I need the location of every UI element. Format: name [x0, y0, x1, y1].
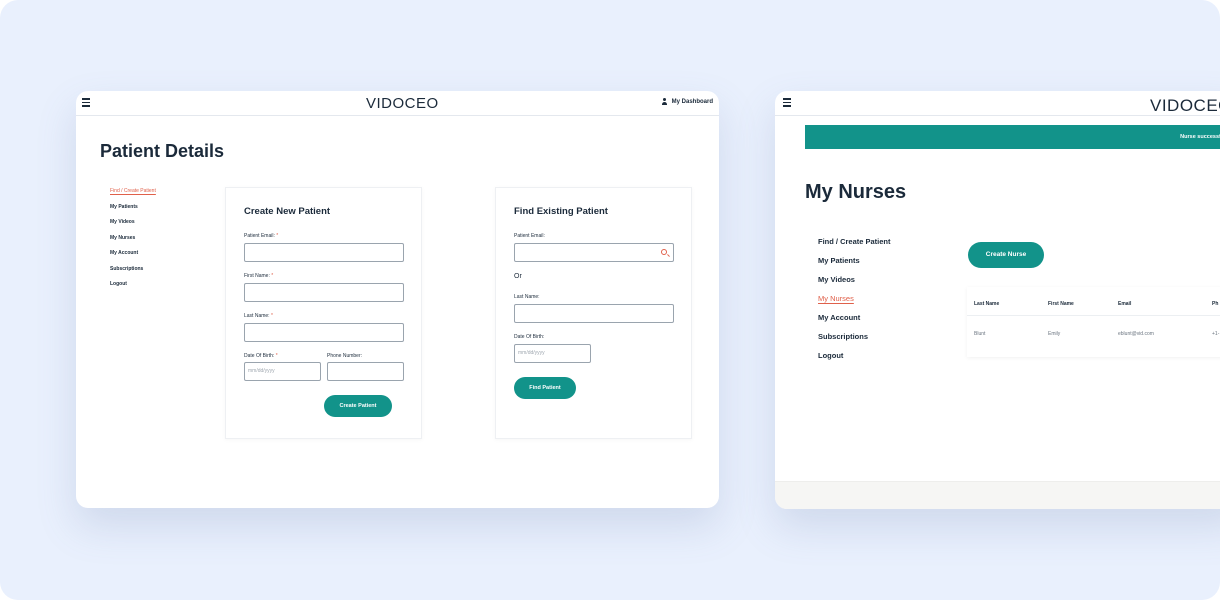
find-last-name-input[interactable]: [514, 304, 674, 323]
user-icon: [661, 98, 668, 105]
page-footer: [775, 481, 1220, 509]
page-title: Patient Details: [100, 141, 225, 161]
nurses-table: Last Name First Name Email Ph Blunt Emil…: [967, 287, 1220, 357]
dob-input[interactable]: mm/dd/yyyy: [244, 362, 321, 381]
my-nurses-window: VIDOCEO Nurse successfully creat My Nurs…: [775, 91, 1220, 509]
dashboard-link[interactable]: My Dashboard: [661, 98, 713, 105]
dob-label: Date Of Birth: *: [244, 353, 278, 359]
sidebar-item-find-create-patient[interactable]: Find / Create Patient: [110, 188, 156, 204]
table-cell: eblunt@vid.com: [1118, 331, 1154, 337]
find-patient-card: Find Existing Patient Patient Email: Or …: [495, 187, 692, 439]
logo: VIDOCEO: [1150, 96, 1220, 115]
find-last-name-label: Last Name:: [514, 294, 540, 300]
sidebar-item-my-nurses[interactable]: My Nurses: [110, 235, 156, 251]
sidebar-item-my-patients[interactable]: My Patients: [110, 204, 156, 220]
sidebar-item-my-videos[interactable]: My Videos: [110, 219, 156, 235]
top-bar: VIDOCEO My Dashboard: [76, 91, 719, 116]
create-patient-title: Create New Patient: [244, 206, 331, 217]
showcase-background: VIDOCEO My Dashboard Patient Details Fin…: [0, 0, 1220, 600]
top-bar: VIDOCEO: [775, 91, 1220, 116]
column-header[interactable]: Last Name: [974, 301, 999, 307]
table-divider: [967, 315, 1220, 316]
patient-email-label: Patient Email: *: [244, 233, 279, 239]
table-cell: +1-: [1212, 331, 1220, 337]
create-patient-card: Create New Patient Patient Email: * Firs…: [225, 187, 422, 439]
sidebar-item-logout[interactable]: Logout: [110, 281, 156, 297]
first-name-label: First Name: *: [244, 273, 274, 279]
find-patient-title: Find Existing Patient: [514, 206, 608, 217]
table-cell: Blunt: [974, 331, 986, 337]
logo: VIDOCEO: [366, 95, 439, 112]
table-cell: Emily: [1048, 331, 1061, 337]
patient-details-window: VIDOCEO My Dashboard Patient Details Fin…: [76, 91, 719, 508]
sidebar-item-my-videos[interactable]: My Videos: [818, 275, 891, 294]
sidebar: Find / Create Patient My Patients My Vid…: [110, 188, 156, 297]
last-name-label: Last Name: *: [244, 313, 273, 319]
create-patient-button[interactable]: Create Patient: [324, 395, 392, 417]
first-name-input[interactable]: [244, 283, 404, 302]
phone-input[interactable]: [327, 362, 404, 381]
menu-icon[interactable]: [783, 98, 791, 107]
phone-label: Phone Number:: [327, 353, 363, 359]
sidebar-item-my-patients[interactable]: My Patients: [818, 256, 891, 275]
find-dob-label: Date Of Birth:: [514, 334, 545, 340]
sidebar-item-subscriptions[interactable]: Subscriptions: [110, 266, 156, 282]
sidebar-item-logout[interactable]: Logout: [818, 351, 891, 370]
sidebar-item-subscriptions[interactable]: Subscriptions: [818, 332, 891, 351]
page-title: My Nurses: [805, 181, 907, 203]
find-dob-input[interactable]: mm/dd/yyyy: [514, 344, 591, 363]
sidebar-item-find-create-patient[interactable]: Find / Create Patient: [818, 237, 891, 256]
search-icon[interactable]: [661, 249, 667, 255]
dashboard-label: My Dashboard: [671, 98, 713, 105]
last-name-input[interactable]: [244, 323, 404, 342]
find-email-input[interactable]: [514, 243, 674, 262]
create-nurse-button[interactable]: Create Nurse: [968, 242, 1044, 268]
or-text: Or: [514, 273, 522, 280]
column-header[interactable]: Email: [1118, 301, 1131, 307]
column-header[interactable]: First Name: [1048, 301, 1074, 307]
sidebar: Find / Create Patient My Patients My Vid…: [818, 237, 891, 370]
patient-email-input[interactable]: [244, 243, 404, 262]
sidebar-item-my-account[interactable]: My Account: [818, 313, 891, 332]
find-patient-button[interactable]: Find Patient: [514, 377, 576, 399]
column-header[interactable]: Ph: [1212, 301, 1218, 307]
sidebar-item-my-nurses[interactable]: My Nurses: [818, 294, 891, 313]
find-email-label: Patient Email:: [514, 233, 545, 239]
menu-icon[interactable]: [82, 98, 90, 107]
sidebar-item-my-account[interactable]: My Account: [110, 250, 156, 266]
success-banner: Nurse successfully creat: [805, 125, 1220, 149]
